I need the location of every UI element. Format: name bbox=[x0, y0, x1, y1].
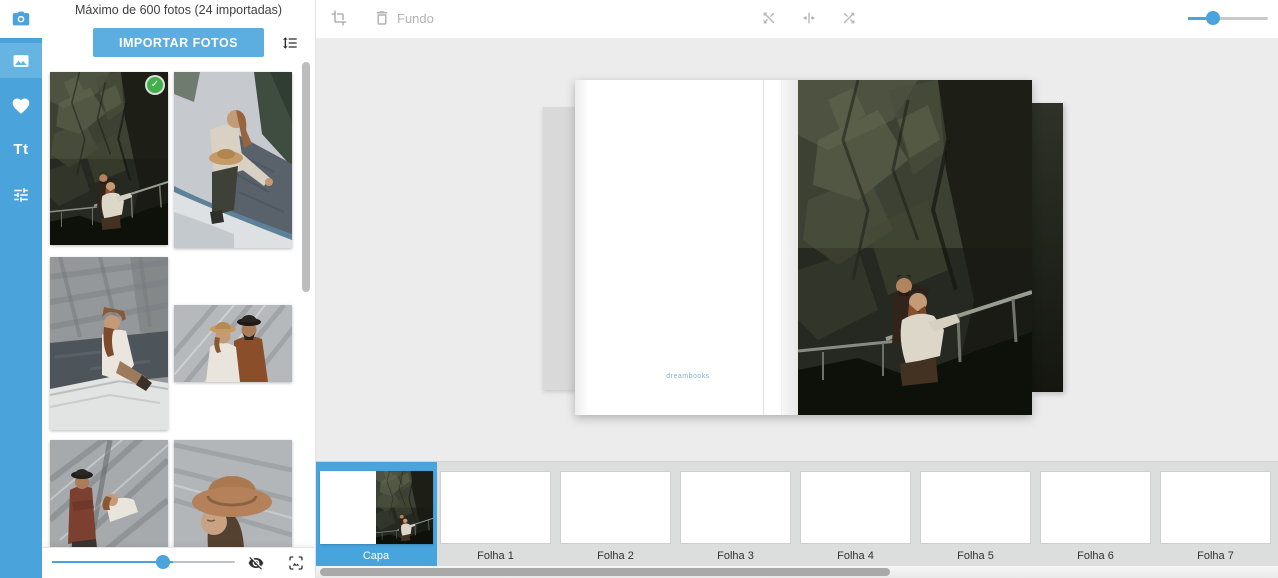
filmstrip-scrollbar-thumb[interactable] bbox=[320, 568, 890, 576]
swap-pages-left-button[interactable] bbox=[755, 4, 783, 32]
panel-scrollbar[interactable] bbox=[302, 62, 310, 292]
filmstrip-page-label: Folha 7 bbox=[1160, 550, 1271, 562]
canvas-zoom-slider-track[interactable] bbox=[1188, 17, 1268, 20]
book-cover-spread: dreambooks bbox=[543, 80, 1063, 415]
filmstrip-page-label: Folha 5 bbox=[920, 550, 1031, 562]
eye-off-icon bbox=[248, 552, 264, 574]
photo-thumbnail-4[interactable] bbox=[174, 305, 292, 382]
sidebar-item-text[interactable]: Tt bbox=[0, 132, 42, 167]
spine-strip bbox=[781, 80, 799, 415]
front-cover-photo[interactable] bbox=[798, 80, 1032, 415]
back-cover-page[interactable] bbox=[575, 80, 781, 415]
thumbnail-size-slider-thumb[interactable] bbox=[156, 555, 170, 569]
swap-diagonal-left-icon bbox=[761, 8, 777, 28]
split-pages-button[interactable] bbox=[795, 4, 823, 32]
editor-canvas: dreambooks bbox=[315, 38, 1278, 461]
page-filmstrip: Capa Folha 1 Folha 2 Folha 3 Folha 4 Fol… bbox=[315, 461, 1278, 566]
split-horizontal-icon bbox=[801, 8, 817, 28]
shuffle-icon bbox=[841, 8, 857, 28]
panel-footer bbox=[42, 547, 314, 578]
background-button[interactable]: Fundo bbox=[367, 4, 440, 32]
filmstrip-page-folha-3[interactable]: Folha 3 bbox=[680, 462, 791, 566]
heart-icon bbox=[11, 96, 31, 116]
filmstrip-page-label: Capa bbox=[315, 550, 437, 562]
page-preview bbox=[920, 471, 1031, 544]
photo-thumbnail-2[interactable] bbox=[174, 72, 292, 248]
crop-button[interactable] bbox=[325, 4, 353, 32]
filmstrip-page-capa[interactable]: Capa bbox=[315, 462, 437, 566]
capa-preview-back bbox=[320, 471, 376, 544]
filmstrip-scrollbar-track[interactable] bbox=[315, 566, 1278, 578]
page-preview bbox=[1040, 471, 1151, 544]
cover-photo-image bbox=[798, 80, 1032, 415]
spine-fold-line bbox=[763, 80, 764, 415]
filmstrip-page-label: Folha 2 bbox=[560, 550, 671, 562]
filmstrip-page-folha-6[interactable]: Folha 6 bbox=[1040, 462, 1151, 566]
crop-icon bbox=[331, 8, 347, 28]
photo-panel: Máximo de 600 fotos (24 importadas) IMPO… bbox=[42, 0, 316, 578]
app-logo bbox=[0, 0, 42, 38]
trash-icon bbox=[373, 9, 391, 27]
photobook-editor: Tt Máximo de 600 fotos (24 importadas) I… bbox=[0, 0, 1278, 578]
image-icon bbox=[11, 51, 31, 71]
photo-thumbnail-5[interactable] bbox=[50, 440, 168, 548]
page-preview bbox=[560, 471, 671, 544]
thumbnail-size-slider-fill bbox=[52, 561, 173, 563]
photo-5 bbox=[50, 440, 168, 548]
photo-thumbnail-6[interactable] bbox=[174, 440, 292, 548]
capa-preview bbox=[320, 471, 433, 544]
back-cover-brand-text: dreambooks bbox=[575, 373, 801, 380]
filmstrip-page-label: Folha 6 bbox=[1040, 550, 1151, 562]
canvas-zoom-slider-thumb[interactable] bbox=[1206, 11, 1220, 25]
layout-tools bbox=[755, 4, 863, 32]
sort-photos-button[interactable] bbox=[276, 30, 304, 56]
filmstrip-page-label: Folha 1 bbox=[440, 550, 551, 562]
sidebar-item-layouts[interactable] bbox=[0, 177, 42, 212]
thumbnail-size-slider-track[interactable] bbox=[52, 561, 235, 563]
tune-icon bbox=[12, 186, 30, 204]
icon-rail: Tt bbox=[0, 0, 42, 578]
text-icon: Tt bbox=[13, 141, 28, 158]
camera-icon bbox=[10, 8, 32, 30]
photo-1 bbox=[50, 72, 168, 245]
filmstrip-page-label: Folha 4 bbox=[800, 550, 911, 562]
sidebar-item-photos[interactable] bbox=[0, 43, 42, 78]
photo-4 bbox=[174, 305, 292, 382]
cover-wrap-flap-left[interactable] bbox=[543, 107, 577, 390]
editor-toolbar: Fundo bbox=[315, 0, 1278, 38]
filmstrip-page-folha-7[interactable]: Folha 7 bbox=[1160, 462, 1271, 566]
cover-spread: dreambooks bbox=[575, 80, 1032, 415]
photo-3 bbox=[50, 257, 168, 430]
filmstrip-page-folha-1[interactable]: Folha 1 bbox=[440, 462, 551, 566]
page-preview bbox=[440, 471, 551, 544]
shuffle-pages-button[interactable] bbox=[835, 4, 863, 32]
hide-used-photos-button[interactable] bbox=[242, 549, 270, 576]
page-preview bbox=[1160, 471, 1271, 544]
photo-thumbnail-3[interactable] bbox=[50, 257, 168, 430]
photo-6 bbox=[174, 440, 292, 548]
photo-2 bbox=[174, 72, 292, 248]
filmstrip-page-label: Folha 3 bbox=[680, 550, 791, 562]
filmstrip-page-folha-2[interactable]: Folha 2 bbox=[560, 462, 671, 566]
import-photos-button[interactable]: IMPORTAR FOTOS bbox=[93, 28, 264, 57]
filmstrip-page-folha-5[interactable]: Folha 5 bbox=[920, 462, 1031, 566]
image-frame-icon bbox=[288, 553, 304, 573]
photo-counter: Máximo de 600 fotos (24 importadas) bbox=[42, 3, 315, 17]
line-spacing-icon bbox=[282, 33, 298, 53]
cover-wrap-flap-right[interactable] bbox=[1032, 103, 1063, 392]
page-preview bbox=[680, 471, 791, 544]
page-preview bbox=[800, 471, 911, 544]
capa-preview-photo bbox=[376, 471, 433, 544]
background-button-label: Fundo bbox=[397, 11, 434, 26]
filmstrip-page-folha-4[interactable]: Folha 4 bbox=[800, 462, 911, 566]
photo-thumbnail-1[interactable]: ✓ bbox=[50, 72, 168, 245]
used-check-badge: ✓ bbox=[147, 77, 163, 93]
photo-placeholder-button[interactable] bbox=[282, 549, 310, 576]
sidebar-item-favorites[interactable] bbox=[0, 88, 42, 123]
